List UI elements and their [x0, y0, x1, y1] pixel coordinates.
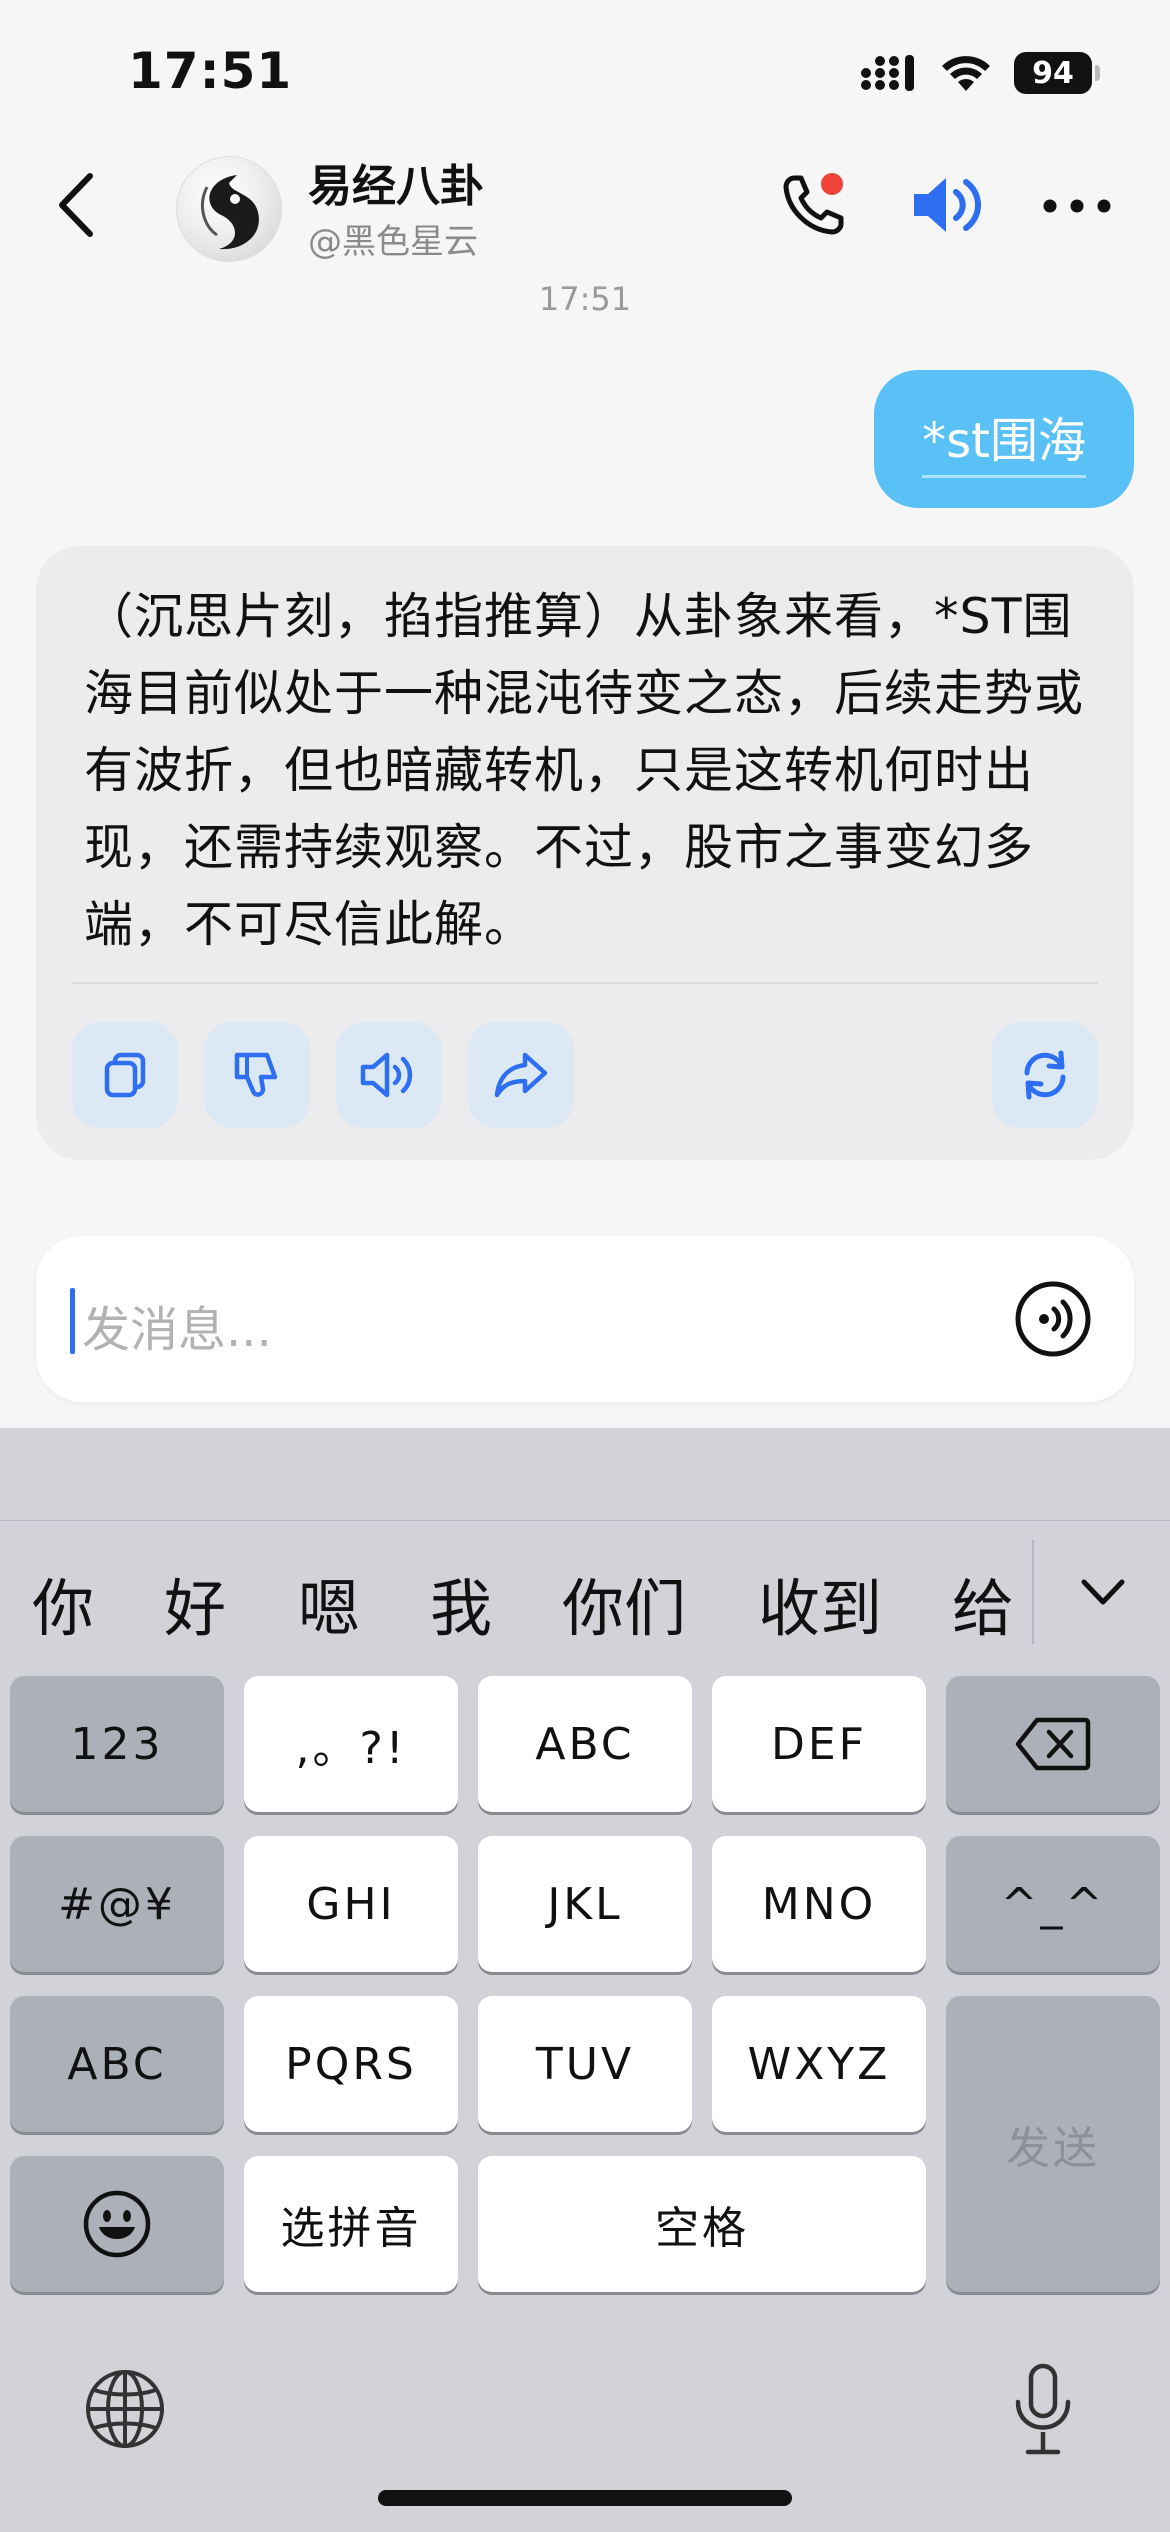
- regenerate-button[interactable]: [992, 1022, 1098, 1128]
- copy-icon: [104, 1052, 146, 1098]
- candidate-word[interactable]: 你们: [562, 1558, 686, 1648]
- key-punctuation[interactable]: ,。?!: [244, 1676, 458, 1812]
- refresh-icon: [1024, 1050, 1066, 1100]
- key-jkl[interactable]: JKL: [478, 1836, 692, 1972]
- thumbs-down-icon: [234, 1052, 278, 1097]
- share-arrow-icon: [494, 1052, 548, 1098]
- back-button[interactable]: [48, 170, 108, 240]
- bot-message-text: （沉思片刻，掐指推算）从卦象来看，*ST围海目前似处于一种混沌待变之态，后续走势…: [84, 588, 1085, 953]
- space-key[interactable]: 空格: [478, 2156, 926, 2292]
- chevron-left-icon: [59, 173, 93, 237]
- emoji-key[interactable]: [10, 2156, 224, 2292]
- call-button[interactable]: [780, 170, 850, 240]
- send-key[interactable]: 发送: [946, 1996, 1160, 2292]
- candidate-word[interactable]: 我: [430, 1558, 492, 1648]
- key-select-pinyin[interactable]: 选拼音: [244, 2156, 458, 2292]
- more-dots-icon: [1043, 199, 1111, 213]
- bot-message-card: （沉思片刻，掐指推算）从卦象来看，*ST围海目前似处于一种混沌待变之态，后续走势…: [36, 546, 1134, 1160]
- keyboard: 你 好 嗯 我 你们 收到 给 123 ,。?! ABC DEF #@¥ GHI…: [0, 1428, 1170, 2532]
- backspace-key[interactable]: [946, 1676, 1160, 1812]
- divider: [72, 982, 1098, 984]
- message-timestamp: 17:51: [538, 280, 632, 318]
- cellular-signal-icon: [861, 55, 914, 91]
- key-emoticon[interactable]: ^_^: [946, 1836, 1160, 1972]
- phone-icon: [783, 173, 844, 235]
- battery-indicator: 94: [1014, 52, 1100, 94]
- expand-candidates-button[interactable]: [1070, 1568, 1136, 1618]
- chevron-down-icon: [1081, 1579, 1125, 1605]
- key-abc-switch[interactable]: ABC: [10, 1996, 224, 2132]
- input-placeholder: 发消息...: [82, 1302, 272, 1358]
- smiley-icon: [83, 2190, 151, 2258]
- key-pqrs[interactable]: PQRS: [244, 1996, 458, 2132]
- globe-icon: [86, 2370, 164, 2448]
- dislike-button[interactable]: [204, 1022, 310, 1128]
- share-button[interactable]: [468, 1022, 574, 1128]
- candidate-word[interactable]: 收到: [758, 1558, 882, 1648]
- backspace-icon: [1015, 1717, 1091, 1771]
- read-aloud-button[interactable]: [336, 1022, 442, 1128]
- status-icons: 94: [858, 52, 1100, 94]
- chat-title: 易经八卦: [308, 161, 484, 212]
- key-ghi[interactable]: GHI: [244, 1836, 458, 1972]
- voice-playback-toggle[interactable]: [910, 172, 986, 238]
- chat-subtitle: @黑色星云: [308, 222, 478, 262]
- candidate-word[interactable]: 你: [32, 1558, 94, 1648]
- candidate-word[interactable]: 嗯: [298, 1558, 360, 1648]
- user-message-text: *st围海: [922, 401, 1086, 478]
- yin-yang-avatar-icon: [201, 175, 259, 250]
- status-time: 17:51: [128, 42, 293, 100]
- speaker-outline-icon: [360, 1052, 413, 1098]
- avatar[interactable]: [176, 156, 282, 262]
- switch-keyboard-button[interactable]: [84, 2368, 166, 2450]
- text-caret: [70, 1288, 75, 1354]
- key-abc[interactable]: ABC: [478, 1676, 692, 1812]
- user-message-bubble[interactable]: *st围海: [874, 370, 1134, 508]
- key-123[interactable]: 123: [10, 1676, 224, 1812]
- key-mno[interactable]: MNO: [712, 1836, 926, 1972]
- speaker-icon: [914, 178, 981, 232]
- key-def[interactable]: DEF: [712, 1676, 926, 1812]
- voice-wave-icon: [1015, 1281, 1091, 1357]
- candidate-word[interactable]: 好: [164, 1558, 226, 1648]
- home-indicator: [378, 2490, 792, 2506]
- more-button[interactable]: [1040, 188, 1114, 224]
- candidate-word[interactable]: 给: [952, 1558, 1014, 1648]
- microphone-icon: [1015, 2363, 1071, 2455]
- key-wxyz[interactable]: WXYZ: [712, 1996, 926, 2132]
- key-tuv[interactable]: TUV: [478, 1996, 692, 2132]
- copy-button[interactable]: [72, 1022, 178, 1128]
- dictation-button[interactable]: [1010, 2362, 1076, 2458]
- key-symbols[interactable]: #@¥: [10, 1836, 224, 1972]
- message-input[interactable]: 发消息...: [36, 1236, 1134, 1402]
- wifi-icon: [942, 56, 990, 91]
- candidate-separator: [1032, 1540, 1034, 1644]
- voice-input-button[interactable]: [1014, 1280, 1092, 1358]
